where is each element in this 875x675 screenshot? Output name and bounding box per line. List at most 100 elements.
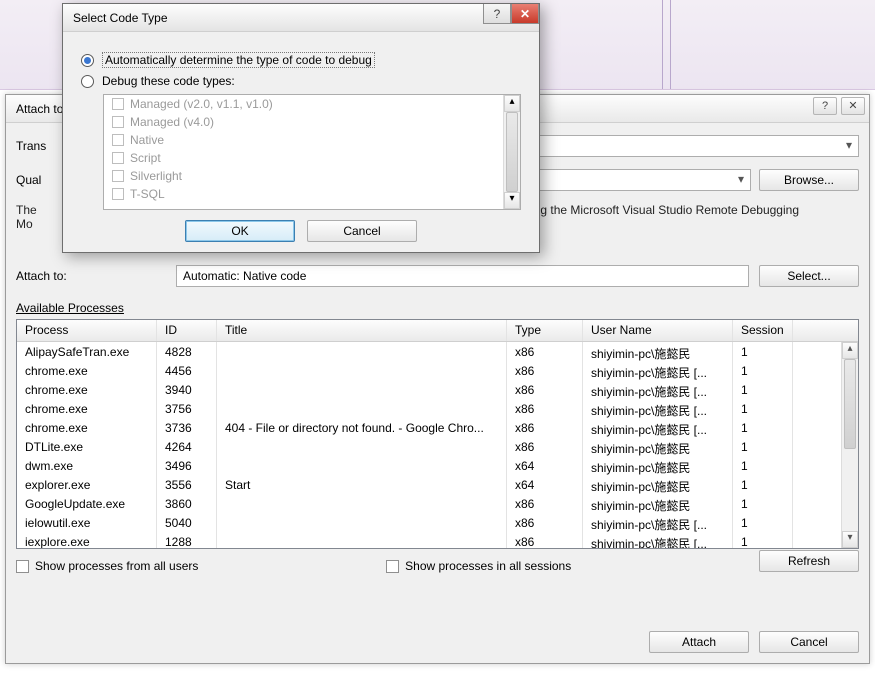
col-process[interactable]: Process bbox=[17, 320, 157, 341]
cell-process: iexplore.exe bbox=[17, 532, 157, 549]
cell-process: dwm.exe bbox=[17, 456, 157, 475]
cell-id: 3556 bbox=[157, 475, 217, 494]
refresh-button[interactable]: Refresh bbox=[759, 550, 859, 572]
close-icon[interactable]: ✕ bbox=[841, 97, 865, 115]
cell-title bbox=[217, 399, 507, 418]
col-user[interactable]: User Name bbox=[583, 320, 733, 341]
types-scroll-up-icon[interactable]: ▴ bbox=[504, 95, 520, 112]
cell-title bbox=[217, 361, 507, 380]
cell-type: x86 bbox=[507, 532, 583, 549]
modal-cancel-button[interactable]: Cancel bbox=[307, 220, 417, 242]
code-type-label: Silverlight bbox=[130, 169, 182, 183]
types-scrollbar[interactable]: ▴ ▾ bbox=[503, 95, 520, 209]
code-type-checkbox bbox=[112, 152, 124, 164]
table-row[interactable]: chrome.exe3736404 - File or directory no… bbox=[17, 418, 858, 437]
types-scroll-down-icon[interactable]: ▾ bbox=[504, 192, 520, 209]
cell-process: AlipaySafeTran.exe bbox=[17, 342, 157, 361]
col-title[interactable]: Title bbox=[217, 320, 507, 341]
modal-titlebar[interactable]: Select Code Type ? ✕ bbox=[63, 4, 539, 32]
cell-session: 1 bbox=[733, 380, 793, 399]
table-row[interactable]: GoogleUpdate.exe3860x86shiyimin-pc\施懿民1 bbox=[17, 494, 858, 513]
cell-id: 1288 bbox=[157, 532, 217, 549]
cell-session: 1 bbox=[733, 513, 793, 532]
radio-manual-label: Debug these code types: bbox=[102, 74, 235, 88]
scroll-down-icon[interactable]: ▾ bbox=[842, 531, 858, 548]
radio-manual[interactable] bbox=[81, 75, 94, 88]
col-id[interactable]: ID bbox=[157, 320, 217, 341]
col-session[interactable]: Session bbox=[733, 320, 793, 341]
radio-auto[interactable] bbox=[81, 54, 94, 67]
cell-user: shiyimin-pc\施懿民 bbox=[583, 475, 733, 494]
cell-id: 3496 bbox=[157, 456, 217, 475]
code-type-label: Native bbox=[130, 133, 164, 147]
table-row[interactable]: chrome.exe3940x86shiyimin-pc\施懿民 [...1 bbox=[17, 380, 858, 399]
table-row[interactable]: chrome.exe3756x86shiyimin-pc\施懿民 [...1 bbox=[17, 399, 858, 418]
cell-session: 1 bbox=[733, 418, 793, 437]
help-icon[interactable]: ? bbox=[813, 97, 837, 115]
process-scrollbar[interactable]: ▴ ▾ bbox=[841, 342, 858, 548]
show-all-sessions-checkbox[interactable] bbox=[386, 560, 399, 573]
attach-to-label: Attach to: bbox=[16, 269, 166, 283]
cell-process: chrome.exe bbox=[17, 380, 157, 399]
ok-button[interactable]: OK bbox=[185, 220, 295, 242]
cell-title: Start bbox=[217, 475, 507, 494]
show-all-users-checkbox[interactable] bbox=[16, 560, 29, 573]
code-type-label: Script bbox=[130, 151, 161, 165]
modal-help-icon[interactable]: ? bbox=[483, 4, 511, 24]
code-type-checkbox bbox=[112, 134, 124, 146]
cell-user: shiyimin-pc\施懿民 [... bbox=[583, 399, 733, 418]
cell-type: x64 bbox=[507, 475, 583, 494]
table-row[interactable]: dwm.exe3496x64shiyimin-pc\施懿民1 bbox=[17, 456, 858, 475]
cell-id: 4456 bbox=[157, 361, 217, 380]
cell-user: shiyimin-pc\施懿民 bbox=[583, 456, 733, 475]
select-button[interactable]: Select... bbox=[759, 265, 859, 287]
cell-type: x86 bbox=[507, 361, 583, 380]
cell-user: shiyimin-pc\施懿民 [... bbox=[583, 361, 733, 380]
cell-title bbox=[217, 513, 507, 532]
cell-session: 1 bbox=[733, 399, 793, 418]
select-code-type-dialog: Select Code Type ? ✕ Automatically deter… bbox=[62, 3, 540, 253]
cell-id: 3940 bbox=[157, 380, 217, 399]
cell-session: 1 bbox=[733, 494, 793, 513]
cell-title bbox=[217, 494, 507, 513]
table-row[interactable]: iexplore.exe1288x86shiyimin-pc\施懿民 [...1 bbox=[17, 532, 858, 549]
code-type-checkbox bbox=[112, 170, 124, 182]
types-scroll-thumb[interactable] bbox=[506, 112, 518, 192]
cell-id: 3756 bbox=[157, 399, 217, 418]
process-table-header[interactable]: Process ID Title Type User Name Session bbox=[17, 320, 858, 342]
cell-id: 4828 bbox=[157, 342, 217, 361]
code-type-checkbox bbox=[112, 116, 124, 128]
table-row[interactable]: explorer.exe3556Startx64shiyimin-pc\施懿民1 bbox=[17, 475, 858, 494]
cell-id: 5040 bbox=[157, 513, 217, 532]
process-table[interactable]: Process ID Title Type User Name Session … bbox=[16, 319, 859, 549]
cell-title bbox=[217, 342, 507, 361]
cell-session: 1 bbox=[733, 361, 793, 380]
cell-process: DTLite.exe bbox=[17, 437, 157, 456]
table-row[interactable]: ielowutil.exe5040x86shiyimin-pc\施懿民 [...… bbox=[17, 513, 858, 532]
table-row[interactable]: chrome.exe4456x86shiyimin-pc\施懿民 [...1 bbox=[17, 361, 858, 380]
col-type[interactable]: Type bbox=[507, 320, 583, 341]
cancel-button[interactable]: Cancel bbox=[759, 631, 859, 653]
table-row[interactable]: DTLite.exe4264x86shiyimin-pc\施懿民1 bbox=[17, 437, 858, 456]
modal-close-icon[interactable]: ✕ bbox=[511, 4, 539, 24]
attach-button[interactable]: Attach bbox=[649, 631, 749, 653]
code-type-item: Script bbox=[104, 149, 520, 167]
cell-user: shiyimin-pc\施懿民 bbox=[583, 342, 733, 361]
cell-id: 3736 bbox=[157, 418, 217, 437]
cell-id: 4264 bbox=[157, 437, 217, 456]
cell-user: shiyimin-pc\施懿民 [... bbox=[583, 513, 733, 532]
code-type-item: Managed (v2.0, v1.1, v1.0) bbox=[104, 95, 520, 113]
cell-type: x86 bbox=[507, 494, 583, 513]
table-row[interactable]: AlipaySafeTran.exe4828 x86shiyimin-pc\施懿民… bbox=[17, 342, 858, 361]
cell-user: shiyimin-pc\施懿民 bbox=[583, 494, 733, 513]
code-type-label: Managed (v2.0, v1.1, v1.0) bbox=[130, 97, 273, 111]
cell-process: GoogleUpdate.exe bbox=[17, 494, 157, 513]
browse-button[interactable]: Browse... bbox=[759, 169, 859, 191]
scroll-up-icon[interactable]: ▴ bbox=[842, 342, 858, 359]
code-type-item: Silverlight bbox=[104, 167, 520, 185]
cell-session: 1 bbox=[733, 475, 793, 494]
modal-title: Select Code Type bbox=[73, 11, 168, 25]
cell-type: x86 bbox=[507, 342, 583, 361]
scroll-thumb[interactable] bbox=[844, 359, 856, 449]
cell-title bbox=[217, 532, 507, 549]
